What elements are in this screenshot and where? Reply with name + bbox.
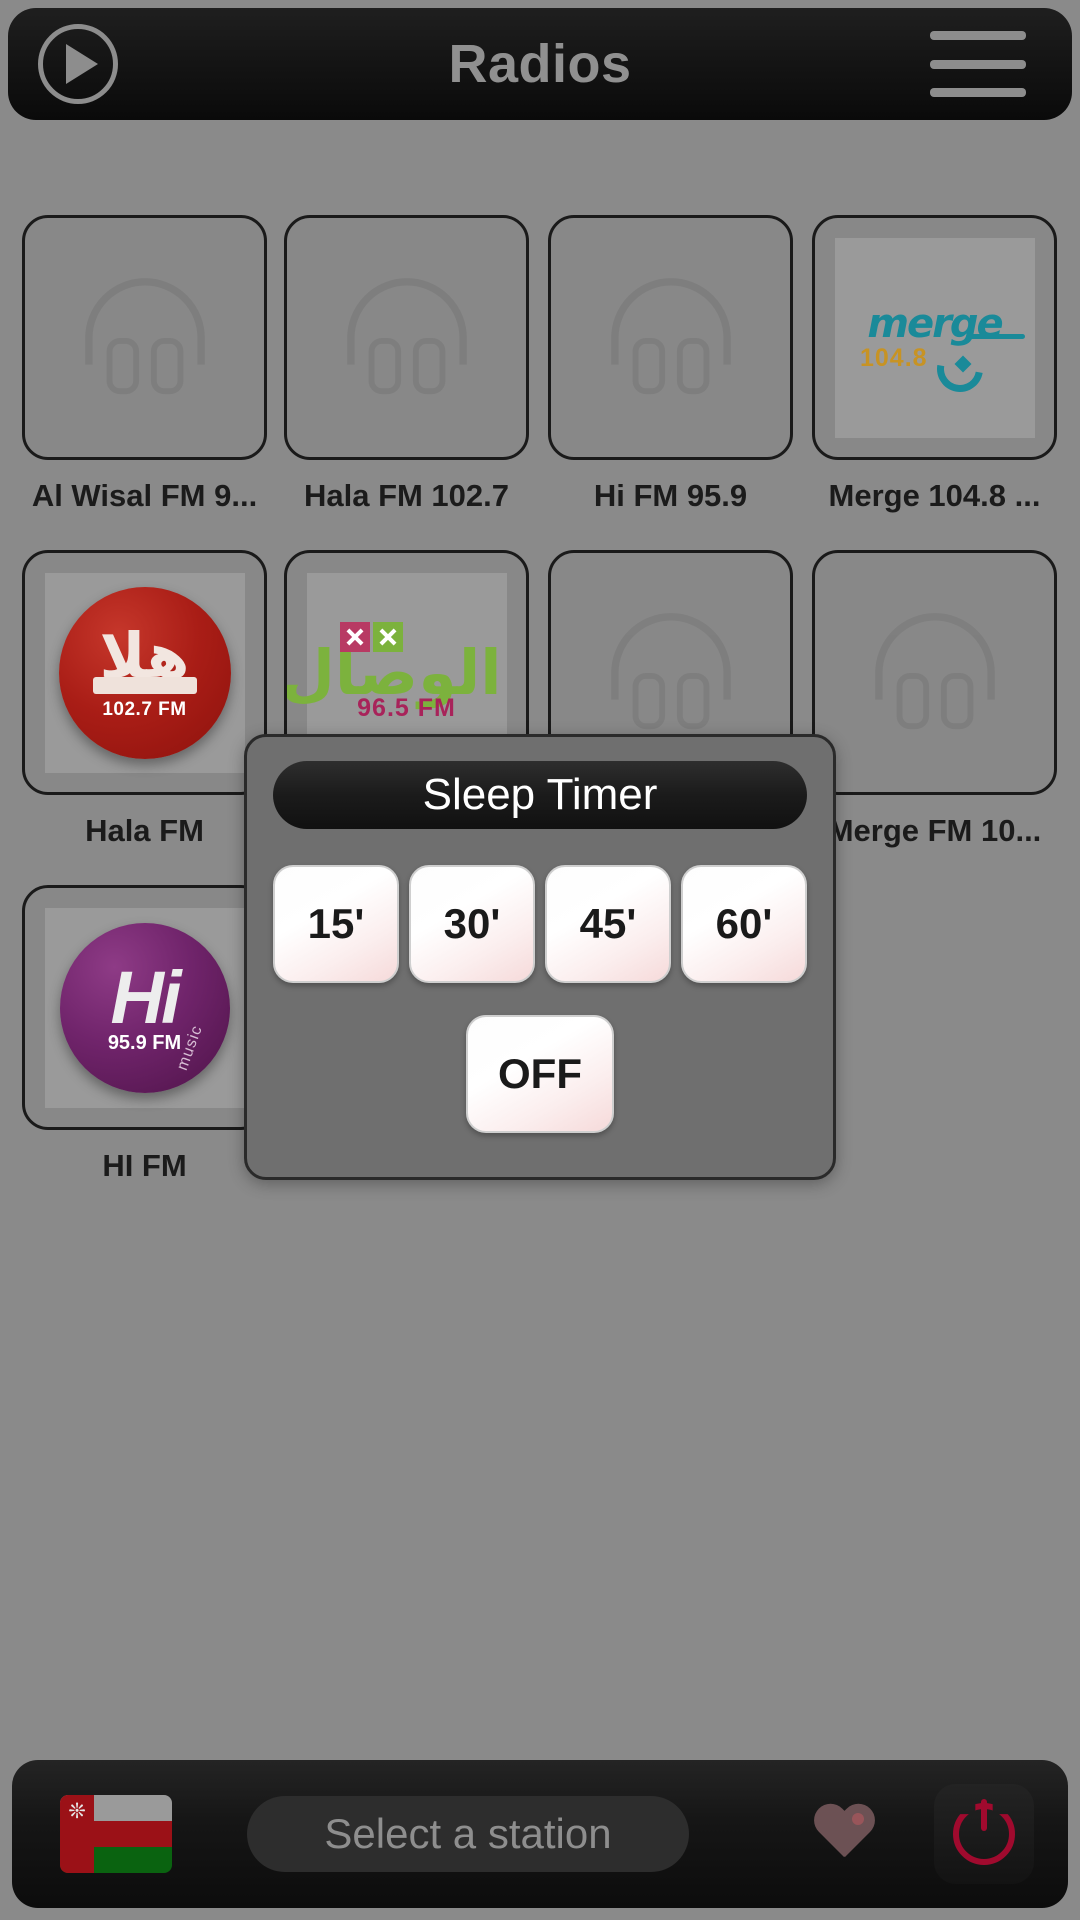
hi-logo: Hi 95.9 FM music — [44, 907, 245, 1108]
favorite-button[interactable] — [794, 1788, 894, 1880]
station-thumbnail[interactable] — [22, 215, 267, 460]
app-root: Radios Al Wisal FM 9... Hala FM 102.7 Hi… — [0, 0, 1080, 1920]
power-stem — [981, 1799, 987, 1831]
khanjar-emblem-icon: ❊ — [68, 1800, 86, 1823]
timer-option-15[interactable]: 15' — [273, 865, 399, 983]
menu-line-1 — [930, 31, 1026, 40]
station-select-placeholder: Select a station — [324, 1810, 612, 1857]
page-title: Radios — [448, 34, 632, 94]
dialog-title: Sleep Timer — [422, 770, 658, 819]
wisal-square-green — [372, 621, 403, 652]
dialog-title-bar: Sleep Timer — [273, 761, 807, 829]
station-label: Hala FM 102.7 — [303, 478, 510, 513]
station-tile[interactable]: هلا 102.7 FM Hala FM — [22, 550, 267, 849]
menu-line-2 — [930, 59, 1026, 69]
bottom-bar: ❊ Select a station — [12, 1760, 1068, 1908]
headphones-icon — [596, 608, 746, 738]
headphones-icon — [70, 273, 220, 403]
station-label: HI FM — [102, 1148, 187, 1183]
station-thumbnail[interactable] — [548, 215, 793, 460]
station-tile[interactable]: Hi FM 95.9 — [548, 215, 793, 514]
station-thumbnail[interactable]: هلا 102.7 FM — [22, 550, 267, 795]
power-icon — [953, 1799, 1015, 1865]
hi-frequency: 95.9 FM — [107, 1031, 182, 1054]
heart-icon — [812, 1805, 876, 1863]
sleep-timer-dialog: Sleep Timer 15' 30' 45' 60' OFF — [244, 734, 836, 1180]
hala-bar — [92, 676, 197, 694]
station-thumbnail[interactable] — [812, 550, 1057, 795]
timer-options-row: 15' 30' 45' 60' — [273, 865, 807, 983]
station-label: Hala FM — [85, 813, 204, 848]
merge-underline — [969, 334, 1025, 339]
station-row: Al Wisal FM 9... Hala FM 102.7 Hi FM 95.… — [0, 215, 1080, 550]
timer-option-30[interactable]: 30' — [409, 865, 535, 983]
station-tile[interactable]: Al Wisal FM 9... — [22, 215, 267, 514]
station-thumbnail[interactable] — [284, 215, 529, 460]
station-tile[interactable]: merge 104.8 Merge 104.8 ... — [812, 215, 1057, 514]
hala-frequency: 102.7 FM — [102, 698, 187, 720]
hi-wordmark: Hi — [110, 956, 182, 1040]
station-select-field[interactable]: Select a station — [247, 1796, 689, 1872]
hamburger-menu-icon[interactable] — [930, 31, 1026, 97]
station-tile[interactable]: Hi 95.9 FM music HI FM — [22, 885, 267, 1184]
menu-line-3 — [930, 88, 1026, 97]
power-button[interactable] — [934, 1784, 1034, 1884]
headphones-icon — [596, 273, 746, 403]
timer-option-off[interactable]: OFF — [466, 1015, 614, 1133]
station-label: Hi FM 95.9 — [593, 478, 748, 513]
timer-off-row: OFF — [273, 1015, 807, 1133]
timer-option-60[interactable]: 60' — [681, 865, 807, 983]
station-thumbnail[interactable]: merge 104.8 — [812, 215, 1057, 460]
station-thumbnail[interactable]: Hi 95.9 FM music — [22, 885, 267, 1130]
headphones-icon — [332, 273, 482, 403]
station-tile[interactable]: Merge FM 10... — [812, 550, 1057, 849]
station-tile[interactable]: Hala FM 102.7 — [284, 215, 529, 514]
hala-wordmark: هلا — [99, 619, 190, 693]
oman-flag-icon[interactable]: ❊ — [60, 1795, 172, 1873]
timer-option-45[interactable]: 45' — [545, 865, 671, 983]
station-label: Al Wisal FM 9... — [31, 478, 258, 513]
app-header: Radios — [8, 8, 1072, 120]
merge-logo: merge 104.8 — [834, 237, 1035, 438]
merge-frequency: 104.8 — [860, 344, 928, 372]
heart-highlight — [852, 1813, 864, 1825]
headphones-icon — [860, 608, 1010, 738]
station-label: Merge 104.8 ... — [828, 478, 1041, 513]
hala-logo: هلا 102.7 FM — [44, 572, 245, 773]
wisal-square-pink — [339, 621, 370, 652]
station-label: Merge FM 10... — [827, 813, 1042, 848]
